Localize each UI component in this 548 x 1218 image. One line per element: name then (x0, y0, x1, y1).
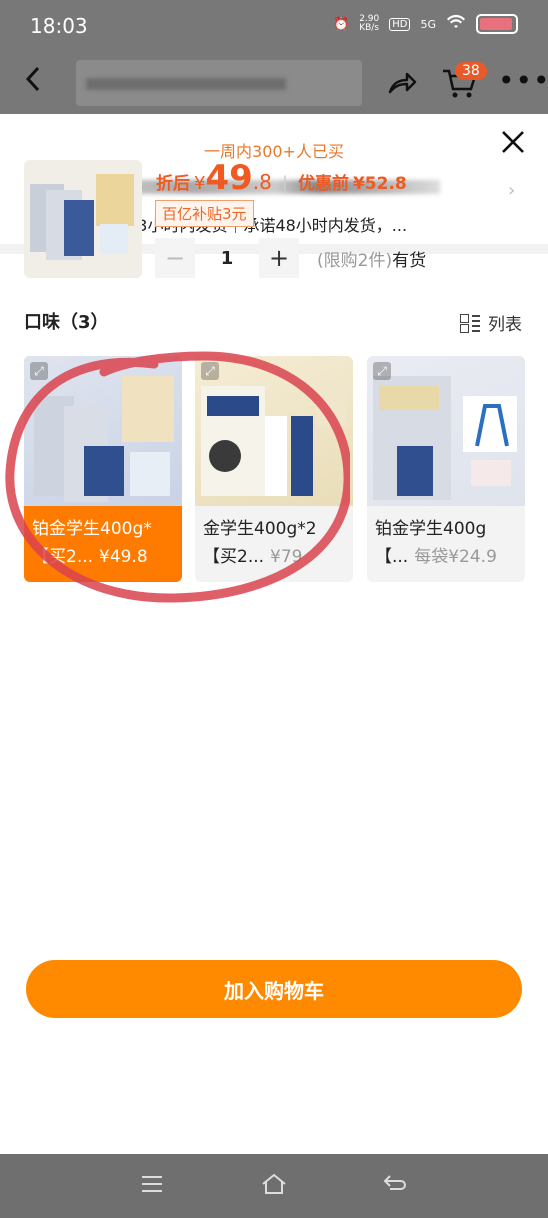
price-decimal: .8 (252, 170, 272, 194)
stock-status: 有货 (392, 250, 427, 271)
status-bar: 18:03 ⏰ 2.90 KB/s HD 5G (0, 0, 548, 52)
price-separator: | (281, 173, 288, 194)
back-icon[interactable] (382, 1172, 408, 1203)
option-name: 金学生400g*2 (203, 519, 317, 539)
quantity-value[interactable]: 1 (195, 248, 259, 269)
option-sub: 【买2... ¥49.8 (32, 542, 178, 567)
network-speed: 2.90 KB/s (359, 14, 380, 33)
limit-text: (限购2件) (317, 250, 393, 271)
menu-icon[interactable] (140, 1172, 164, 1203)
share-icon[interactable] (385, 66, 419, 100)
decrease-button[interactable]: − (155, 238, 195, 278)
add-to-cart-button[interactable]: 加入购物车 (26, 960, 522, 1018)
search-box[interactable] (76, 60, 362, 106)
option-price: ¥79 (270, 547, 303, 567)
zoom-icon[interactable]: ⤢ (30, 362, 48, 380)
purchase-limit: (限购2件)有货 (317, 246, 426, 271)
alarm-icon: ⏰ (333, 16, 350, 32)
list-view-toggle[interactable]: 列表 (460, 310, 522, 335)
wifi-icon (446, 14, 466, 34)
option-name: 铂金学生400g* (32, 519, 152, 539)
subsidy-badge: 百亿补贴3元 (155, 200, 254, 227)
option-sub-text: 【买2... (32, 547, 94, 567)
option-sub-text: 【买2... (203, 547, 265, 567)
back-arrow-icon[interactable] (22, 64, 44, 102)
option-name: 铂金学生400g (375, 519, 487, 539)
price-before-label: 优惠前 (297, 174, 349, 194)
zoom-icon[interactable]: ⤢ (373, 362, 391, 380)
hd-icon: HD (389, 17, 411, 31)
cart-count-badge: 38 (455, 62, 487, 80)
quantity-stepper: − 1 + (限购2件)有货 (155, 238, 426, 278)
chevron-right-icon[interactable]: › (508, 180, 515, 201)
option-image: ⤢ (195, 356, 353, 506)
signal-icon: 5G (420, 17, 436, 31)
close-icon[interactable] (500, 128, 526, 163)
option-sub: 【... 每袋¥24.9 (375, 542, 521, 567)
flavor-option-1[interactable]: ⤢ 铂金学生400g* 【买2... ¥49.8 (24, 356, 182, 582)
list-icon (460, 313, 480, 333)
option-image: ⤢ (24, 356, 182, 506)
top-nav-bar: 38 ••• (0, 52, 548, 114)
flavor-section-title: 口味（3） (24, 312, 109, 333)
zoom-icon[interactable]: ⤢ (201, 362, 219, 380)
system-nav-bar (0, 1154, 548, 1218)
flavor-option-2[interactable]: ⤢ 金学生400g*2 【买2... ¥79 (195, 356, 353, 582)
battery-icon (476, 14, 518, 34)
more-icon[interactable]: ••• (498, 64, 548, 97)
price-integer: 49 (205, 158, 253, 198)
currency-symbol: ¥ (194, 173, 206, 194)
list-label: 列表 (488, 315, 522, 335)
option-sub: 【买2... ¥79 (203, 542, 349, 567)
option-sub-text: 【... (375, 547, 409, 567)
flavor-option-3[interactable]: ⤢ 铂金学生400g 【... 每袋¥24.9 (367, 356, 525, 582)
option-image: ⤢ (367, 356, 525, 506)
option-price: ¥49.8 (99, 547, 148, 567)
clock: 18:03 (30, 14, 88, 38)
price-before: ¥52.8 (352, 174, 407, 194)
increase-button[interactable]: + (259, 238, 299, 278)
product-thumbnail[interactable] (24, 160, 142, 278)
price-row: 折后 ¥ 49 .8 | 优惠前 ¥52.8 (156, 158, 407, 198)
price-after-label: 折后 (156, 174, 190, 194)
home-icon[interactable] (260, 1172, 288, 1203)
option-price: 每袋¥24.9 (414, 547, 497, 567)
